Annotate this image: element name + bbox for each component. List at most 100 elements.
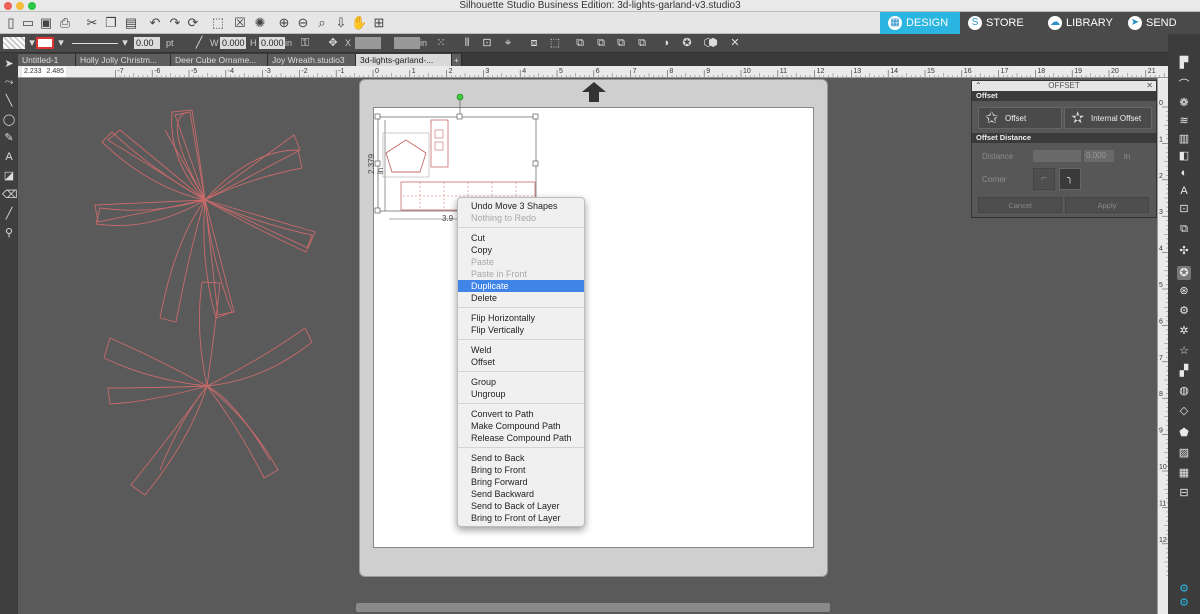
doc-tab[interactable]: Holly Jolly Christm... [76, 54, 171, 66]
distance-slider[interactable] [1033, 150, 1081, 162]
arrange-front-icon[interactable]: ⧉ [635, 36, 649, 50]
menu-item-release-compound-path[interactable]: Release Compound Path [458, 432, 584, 444]
offset-panel-header[interactable]: ⌃ OFFSET ✕ [972, 81, 1156, 91]
move-down-icon[interactable]: ⇩ [333, 15, 349, 31]
menu-item-weld[interactable]: Weld [458, 344, 584, 356]
print-icon[interactable]: ⎙ [57, 15, 73, 31]
chevron-down-icon[interactable]: ▾ [118, 36, 132, 50]
tab-library[interactable]: ☁ LIBRARY [1040, 12, 1120, 34]
text-tool-icon[interactable]: A [2, 150, 16, 164]
zoom-out-icon[interactable]: ⊖ [295, 15, 311, 31]
fit-page-icon[interactable]: ⊞ [371, 15, 387, 31]
collapse-icon[interactable]: ⌃ [975, 81, 982, 91]
menu-item-delete[interactable]: Delete [458, 292, 584, 304]
add-tab-icon[interactable]: + [452, 54, 462, 66]
ellipse-tool-icon[interactable]: ◯ [2, 113, 16, 127]
eyedropper-tool-icon[interactable]: ⚲ [2, 226, 16, 240]
move-position-icon[interactable]: ✥ [326, 36, 340, 50]
center-icon[interactable]: ⊡ [480, 36, 494, 50]
align-icon[interactable]: ⫴ [460, 36, 474, 50]
menu-item-undo[interactable]: Undo Move 3 Shapes [458, 200, 584, 212]
cut-icon[interactable]: ✂ [84, 15, 100, 31]
paste-icon[interactable]: ▤ [123, 15, 139, 31]
zoom-in-icon[interactable]: ⊕ [276, 15, 292, 31]
pan-hand-icon[interactable]: ✋ [351, 15, 367, 31]
line-tool-icon[interactable]: ╱ [192, 36, 206, 50]
warp-icon[interactable]: ⬟ [1177, 426, 1191, 440]
menu-item-duplicate[interactable]: Duplicate [458, 280, 584, 292]
fill-pattern-icon[interactable]: ▥ [1177, 132, 1191, 146]
line-style-preview[interactable] [72, 43, 118, 44]
rhinestone-icon[interactable]: ✲ [1177, 324, 1191, 338]
apply-button[interactable]: Apply [1065, 197, 1149, 213]
arrange-icon[interactable]: ⧉ [573, 36, 587, 50]
trace-icon[interactable]: ⊛ [1177, 284, 1191, 298]
tab-send[interactable]: ➤ SEND [1120, 12, 1200, 34]
replicate-icon[interactable]: ⧉ [1177, 222, 1191, 236]
line-width-field[interactable]: 0.00 [134, 37, 160, 49]
group-icon[interactable]: ⧈ [527, 36, 541, 50]
doc-tab[interactable]: Untitled-1 [18, 54, 76, 66]
eraser-tool-icon[interactable]: ⌫ [2, 188, 18, 202]
menu-item-cut[interactable]: Cut [458, 232, 584, 244]
arrange-back-icon[interactable]: ⧉ [594, 36, 608, 50]
menu-item-send-backward[interactable]: Send Backward [458, 488, 584, 500]
offset-icon[interactable]: ✪ [680, 36, 694, 50]
minimize-window-icon[interactable] [16, 2, 24, 10]
gradient-icon[interactable]: ◧ [1177, 149, 1191, 163]
fill-tool-icon[interactable]: ◪ [2, 169, 16, 183]
tile-icon[interactable]: ▦ [1177, 466, 1191, 480]
menu-item-make-compound-path[interactable]: Make Compound Path [458, 420, 584, 432]
open-folder-icon[interactable]: ▭ [20, 15, 36, 31]
y-field[interactable] [394, 37, 420, 49]
line-color-swatch[interactable] [36, 37, 54, 49]
point-edit-icon[interactable]: ⤳ [2, 75, 16, 89]
menu-item-convert-to-path[interactable]: Convert to Path [458, 408, 584, 420]
page-setup-icon[interactable]: ▛ [1177, 56, 1191, 70]
menu-item-flip-horizontally[interactable]: Flip Horizontally [458, 312, 584, 324]
menu-item-offset[interactable]: Offset [458, 356, 584, 368]
offset-button[interactable]: ✩ Offset [978, 107, 1062, 129]
star-petal-shape-top[interactable] [94, 109, 316, 323]
knife-tool-icon[interactable]: ╱ [2, 207, 16, 221]
transform-icon[interactable]: ⊡ [1177, 202, 1191, 216]
close-icon[interactable]: ✕ [1146, 81, 1153, 91]
nesting-icon[interactable]: ▞ [1177, 364, 1191, 378]
print-cut-icon[interactable]: ⊟ [1177, 486, 1191, 500]
close-window-icon[interactable] [4, 2, 12, 10]
dot-grid-icon[interactable]: ⁙ [434, 36, 448, 50]
zoom-select-icon[interactable]: ⌕ [314, 15, 330, 31]
corner-sharp-icon[interactable]: ⌐ [1033, 168, 1055, 190]
menu-item-copy[interactable]: Copy [458, 244, 584, 256]
text-style-icon[interactable]: A [1177, 184, 1191, 198]
design-page[interactable] [373, 107, 814, 548]
arrange-forward-icon[interactable]: ⧉ [614, 36, 628, 50]
star-outline-icon[interactable]: ☆ [1177, 344, 1191, 358]
horizontal-scrollbar[interactable] [356, 603, 830, 612]
emboss-icon[interactable]: ◇ [1177, 404, 1191, 418]
menu-item-ungroup[interactable]: Ungroup [458, 388, 584, 400]
menu-item-group[interactable]: Group [458, 376, 584, 388]
fill-swatch[interactable] [3, 37, 25, 49]
tab-store[interactable]: S STORE [960, 12, 1040, 34]
distance-field[interactable]: 0.000 [1084, 150, 1114, 162]
cube-icon[interactable]: ⬢ [706, 36, 720, 50]
menu-item-flip-vertically[interactable]: Flip Vertically [458, 324, 584, 336]
maximize-window-icon[interactable] [28, 2, 36, 10]
doc-tab[interactable]: Joy Wreath.studio3 [268, 54, 356, 66]
copy-icon[interactable]: ❐ [103, 15, 119, 31]
star-petal-shape-bottom[interactable] [103, 281, 313, 496]
undo-icon[interactable]: ↶ [147, 15, 163, 31]
chevron-down-icon[interactable]: ▾ [54, 36, 68, 50]
offset-star-icon[interactable]: ✪ [1177, 266, 1191, 280]
deselect-icon[interactable]: ☒ [232, 15, 248, 31]
modify-icon[interactable]: ✣ [1177, 244, 1191, 258]
pencil-tool-icon[interactable]: ✎ [2, 131, 16, 145]
redo-icon[interactable]: ↷ [167, 15, 183, 31]
width-field[interactable]: 0.000 [220, 37, 246, 49]
refresh-icon[interactable]: ⟳ [185, 15, 201, 31]
lock-aspect-icon[interactable]: ⚿ [298, 36, 312, 50]
line-tool-icon[interactable]: ╲ [2, 94, 16, 108]
menu-item-send-to-back-of-layer[interactable]: Send to Back of Layer [458, 500, 584, 512]
corner-round-icon[interactable]: ╮ [1059, 168, 1081, 190]
